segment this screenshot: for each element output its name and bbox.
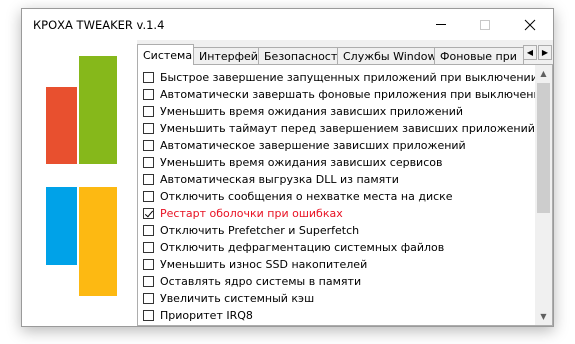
option-label: Рестарт оболочки при ошибках [160, 207, 343, 220]
logo-tile-blue [46, 187, 77, 265]
option-row[interactable]: Быстрое завершение запущенных приложений… [143, 69, 552, 86]
option-checkbox[interactable] [143, 140, 154, 151]
option-label: Уменьшить время ожидания зависших прилож… [160, 105, 464, 118]
option-row[interactable]: Увеличить системный кэш [143, 290, 533, 307]
option-label: Уменьшить износ SSD накопителей [160, 258, 368, 271]
option-checkbox[interactable] [143, 276, 154, 287]
option-label: Автоматическая выгрузка DLL из памяти [160, 173, 399, 186]
option-checkbox[interactable] [143, 174, 154, 185]
option-row[interactable]: Уменьшить износ SSD накопителей [143, 256, 533, 273]
option-label: Быстрое завершение запущенных приложений… [160, 71, 553, 84]
close-button[interactable] [508, 9, 552, 40]
scroll-up-icon[interactable]: ▲ [535, 65, 552, 82]
option-checkbox[interactable] [143, 72, 154, 83]
option-row[interactable]: Уменьшить время ожидания зависших сервис… [143, 154, 533, 171]
minimize-icon [436, 24, 446, 25]
option-row[interactable]: Рестарт оболочки при ошибках [143, 205, 533, 222]
option-checkbox[interactable] [143, 191, 154, 202]
option-checkbox[interactable] [143, 225, 154, 236]
option-row[interactable]: Отключить дефрагментацию системных файло… [143, 239, 533, 256]
tab-scroll-left-icon[interactable]: ◀ [523, 45, 537, 60]
scroll-thumb[interactable] [537, 83, 550, 213]
tab-scroll-right-icon[interactable]: ▶ [538, 45, 552, 60]
option-label: Отключить Prefetcher и Superfetch [160, 224, 360, 237]
tab-background-apps[interactable]: Фоновые при [434, 47, 524, 64]
option-row[interactable]: Автоматическая выгрузка DLL из памяти [143, 171, 533, 188]
option-row[interactable]: Приоритет IRQ8 [143, 307, 533, 324]
option-label: Уменьшить время ожидания зависших сервис… [160, 156, 443, 169]
option-row[interactable]: Отключить сообщения о нехватке места на … [143, 188, 533, 205]
option-checkbox[interactable] [143, 259, 154, 270]
option-checkbox[interactable] [143, 106, 154, 117]
client-area: Система Интерфейс Безопасность Службы Wi… [22, 40, 553, 326]
tab-windows-services[interactable]: Службы Windows [337, 47, 435, 64]
option-label: Приоритет IRQ8 [160, 309, 253, 322]
close-icon [524, 19, 536, 30]
option-row[interactable]: Уменьшить таймаут перед завершением зави… [143, 120, 535, 137]
option-row[interactable]: Автоматически завершать фоновые приложен… [143, 86, 552, 103]
option-label: Увеличить системный кэш [160, 292, 315, 305]
maximize-button [463, 9, 507, 40]
option-checkbox[interactable] [143, 89, 154, 100]
option-label: Автоматическое завершение зависших прило… [160, 139, 466, 152]
option-row[interactable]: Оставлять ядро системы в памяти [143, 273, 533, 290]
title-bar[interactable]: КРОХА TWEAKER v.1.4 [22, 9, 553, 40]
minimize-button[interactable] [419, 9, 463, 40]
windows-logo [22, 40, 137, 326]
tab-strip: Система Интерфейс Безопасность Службы Wi… [137, 44, 553, 65]
option-checkbox[interactable] [143, 157, 154, 168]
option-checkbox[interactable] [143, 293, 154, 304]
option-checkbox[interactable] [143, 310, 154, 321]
option-label: Оставлять ядро системы в памяти [160, 275, 362, 288]
option-row[interactable]: Отключить Prefetcher и Superfetch [143, 222, 533, 239]
option-row[interactable]: Уменьшить время ожидания зависших прилож… [143, 103, 533, 120]
vertical-scrollbar[interactable]: ▲ ▼ [535, 65, 552, 325]
maximize-icon [480, 19, 490, 30]
option-label: Автоматически завершать фоновые приложен… [160, 88, 553, 101]
tab-scroll-buttons: ◀ ▶ [523, 45, 553, 61]
logo-tile-yellow [79, 187, 117, 296]
option-label: Уменьшить таймаут перед завершением зави… [160, 122, 535, 135]
option-label: Отключить сообщения о нехватке места на … [160, 190, 453, 203]
app-window: КРОХА TWEAKER v.1.4 Система Интерфейс Бе… [21, 8, 554, 327]
options-panel: Быстрое завершение запущенных приложений… [137, 64, 553, 326]
option-checkbox[interactable] [143, 123, 154, 134]
logo-tile-green [79, 56, 117, 164]
window-title: КРОХА TWEAKER v.1.4 [33, 18, 165, 32]
tab-interface[interactable]: Интерфейс [193, 47, 259, 64]
scroll-down-icon[interactable]: ▼ [535, 308, 552, 325]
logo-tile-red [46, 87, 77, 164]
option-list: Быстрое завершение запущенных приложений… [143, 69, 552, 324]
option-row[interactable]: Автоматическое завершение зависших прило… [143, 137, 533, 154]
option-label: Отключить дефрагментацию системных файло… [160, 241, 445, 254]
option-checkbox[interactable] [143, 208, 154, 219]
option-checkbox[interactable] [143, 242, 154, 253]
tab-system[interactable]: Система [137, 44, 194, 65]
tab-security[interactable]: Безопасность [258, 47, 338, 64]
